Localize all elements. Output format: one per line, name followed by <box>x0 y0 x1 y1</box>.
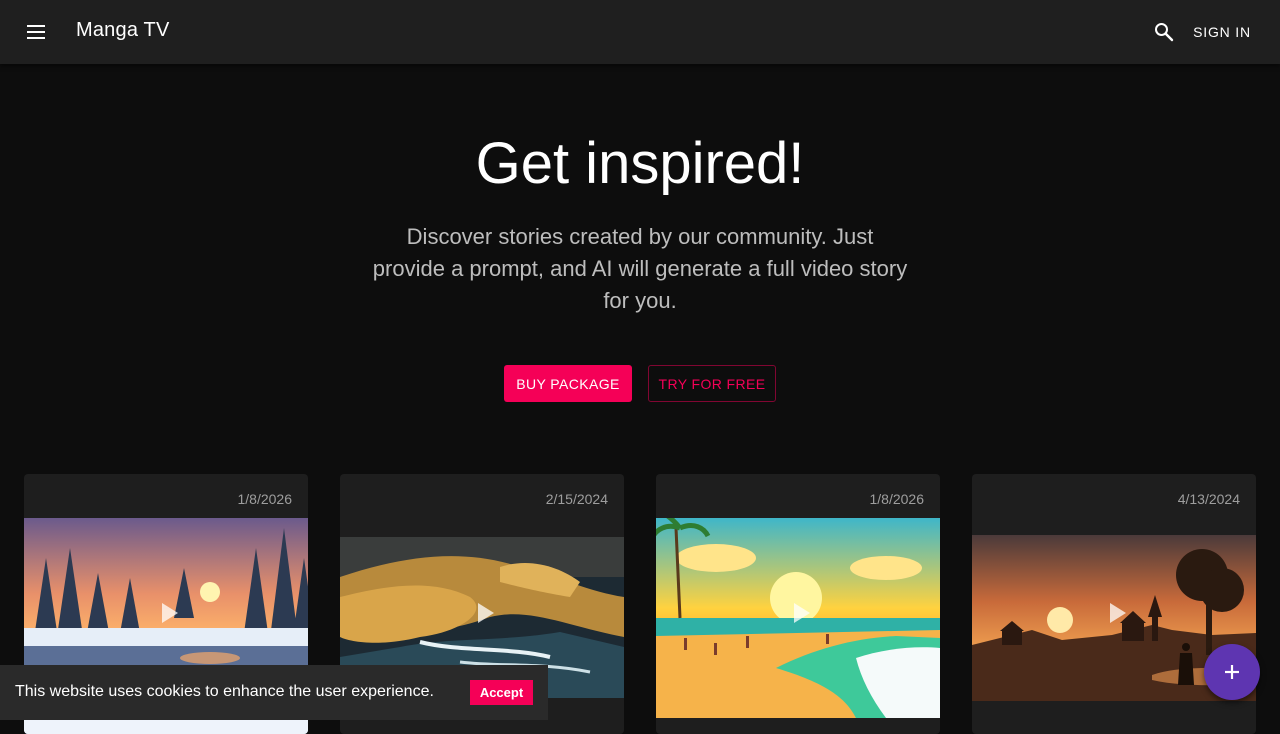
accept-cookies-button[interactable]: Accept <box>470 680 533 705</box>
card-date: 1/8/2026 <box>237 491 293 507</box>
play-icon[interactable] <box>156 601 180 625</box>
cookie-text: This website uses cookies to enhance the… <box>15 683 434 700</box>
hero-subtitle: Discover stories created by our communit… <box>372 224 908 313</box>
buy-package-button[interactable]: BUY PACKAGE <box>504 365 632 402</box>
search-icon[interactable] <box>1152 20 1176 44</box>
sign-in-button[interactable]: SIGN IN <box>1184 14 1260 50</box>
card-date: 4/13/2024 <box>1177 491 1240 507</box>
story-card[interactable]: 1/8/2026 <box>656 474 940 734</box>
menu-icon[interactable] <box>24 20 48 44</box>
plus-icon <box>1225 665 1239 679</box>
play-icon[interactable] <box>472 601 496 625</box>
card-date: 1/8/2026 <box>869 491 925 507</box>
cookie-banner: This website uses cookies to enhance the… <box>0 665 548 720</box>
create-story-button[interactable] <box>1204 644 1260 700</box>
play-icon[interactable] <box>1104 601 1128 625</box>
play-icon[interactable] <box>788 601 812 625</box>
hero-title: Get inspired! <box>475 131 805 196</box>
app-title[interactable]: Manga TV <box>76 19 170 42</box>
app-bar: Manga TV SIGN IN <box>0 0 1280 64</box>
try-for-free-button[interactable]: TRY FOR FREE <box>648 365 776 402</box>
story-card[interactable]: 4/13/2024 <box>972 474 1256 734</box>
card-date: 2/15/2024 <box>545 491 608 507</box>
